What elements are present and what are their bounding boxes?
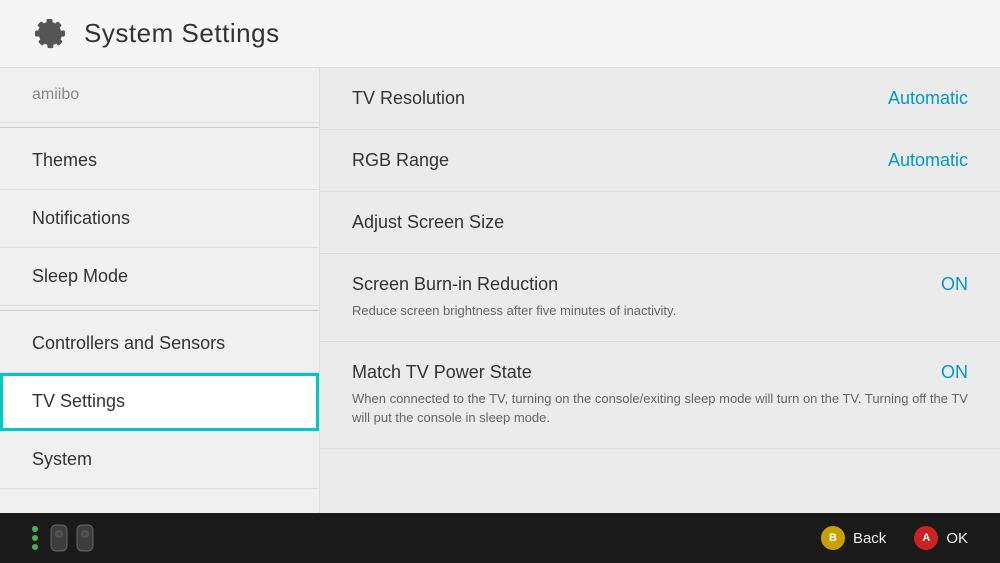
setting-adjust-screen-size[interactable]: Adjust Screen Size [320, 192, 1000, 254]
sidebar-item-amiibo[interactable]: amiibo [0, 68, 319, 123]
setting-match-tv-power-top: Match TV Power State ON [352, 362, 968, 383]
joycon-left-icon [50, 524, 68, 552]
page-title: System Settings [84, 18, 280, 49]
sidebar-item-system[interactable]: System [0, 431, 319, 489]
setting-match-tv-power[interactable]: Match TV Power State ON When connected t… [320, 342, 1000, 449]
ok-button[interactable]: A OK [914, 526, 968, 550]
setting-tv-resolution[interactable]: TV Resolution Automatic [320, 68, 1000, 130]
footer: B Back A OK [0, 513, 1000, 563]
a-button-icon: A [914, 526, 938, 550]
sidebar-item-sleep-mode[interactable]: Sleep Mode [0, 248, 319, 306]
sidebar-divider-1 [0, 127, 319, 128]
sidebar-item-controllers[interactable]: Controllers and Sensors [0, 315, 319, 373]
setting-rgb-range[interactable]: RGB Range Automatic [320, 130, 1000, 192]
sidebar: amiibo Themes Notifications Sleep Mode C… [0, 68, 320, 513]
sidebar-item-tv-settings[interactable]: TV Settings [0, 373, 319, 431]
sidebar-item-notifications[interactable]: Notifications [0, 190, 319, 248]
header: System Settings [0, 0, 1000, 68]
sidebar-item-themes[interactable]: Themes [0, 132, 319, 190]
controller-indicator [32, 524, 94, 552]
b-button-icon: B [821, 526, 845, 550]
back-button[interactable]: B Back [821, 526, 886, 550]
main-container: amiibo Themes Notifications Sleep Mode C… [0, 68, 1000, 513]
gear-icon [32, 16, 68, 52]
setting-screen-burn-in-top: Screen Burn-in Reduction ON [352, 274, 968, 295]
sidebar-divider-2 [0, 310, 319, 311]
content-panel: TV Resolution Automatic RGB Range Automa… [320, 68, 1000, 513]
setting-screen-burn-in[interactable]: Screen Burn-in Reduction ON Reduce scree… [320, 254, 1000, 342]
joycon-right-icon [76, 524, 94, 552]
